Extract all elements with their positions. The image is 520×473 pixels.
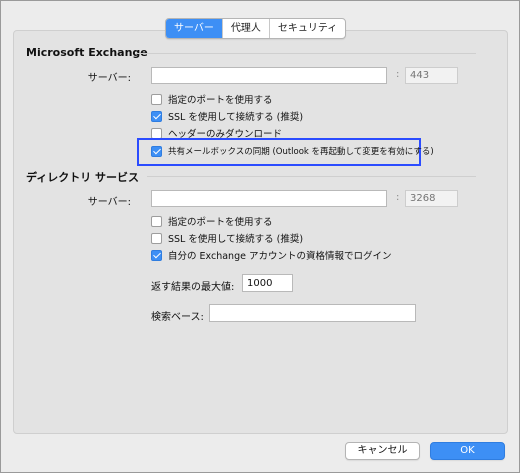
- directory-port-input[interactable]: [405, 190, 458, 207]
- exchange-section-title: Microsoft Exchange: [26, 46, 148, 59]
- tab-delegates[interactable]: 代理人: [221, 19, 269, 38]
- directory-server-label: サーバー:: [87, 197, 131, 208]
- settings-window: サーバー 代理人 セキュリティ Microsoft Exchange サーバー:…: [0, 0, 520, 473]
- directory-port-colon: :: [396, 192, 400, 203]
- directory-ssl-checkbox[interactable]: [151, 232, 162, 244]
- max-results-input[interactable]: [242, 274, 293, 292]
- search-base-input[interactable]: [209, 304, 416, 322]
- directory-ssl-option[interactable]: SSL を使用して接続する (推奨): [151, 231, 303, 245]
- exchange-server-label: サーバー:: [87, 73, 131, 84]
- exchange-use-port-checkbox[interactable]: [151, 93, 162, 105]
- tab-security[interactable]: セキュリティ: [268, 19, 345, 38]
- ok-button[interactable]: OK: [430, 442, 505, 460]
- directory-ssl-label: SSL を使用して接続する (推奨): [168, 234, 304, 245]
- exchange-ssl-label: SSL を使用して接続する (推奨): [168, 112, 304, 123]
- exchange-shared-mailbox-option[interactable]: 共有メールボックスの同期 (Outlook を再起動して変更を有効にする): [151, 144, 434, 158]
- cancel-button[interactable]: キャンセル: [345, 442, 420, 460]
- directory-login-option[interactable]: 自分の Exchange アカウントの資格情報でログイン: [151, 248, 391, 262]
- exchange-use-port-option[interactable]: 指定のポートを使用する: [151, 92, 273, 106]
- exchange-port-input[interactable]: [405, 67, 458, 84]
- directory-section-title: ディレクトリ サービス: [26, 171, 140, 184]
- directory-use-port-label: 指定のポートを使用する: [168, 217, 273, 228]
- directory-use-port-option[interactable]: 指定のポートを使用する: [151, 214, 273, 228]
- exchange-divider: [136, 53, 476, 54]
- directory-login-checkbox[interactable]: [151, 249, 162, 261]
- directory-login-label: 自分の Exchange アカウントの資格情報でログイン: [168, 251, 392, 262]
- directory-divider: [147, 176, 476, 177]
- exchange-shared-mailbox-checkbox[interactable]: [151, 145, 162, 157]
- exchange-shared-mailbox-label: 共有メールボックスの同期 (Outlook を再起動して変更を有効にする): [168, 147, 434, 157]
- exchange-ssl-checkbox[interactable]: [151, 110, 162, 122]
- directory-use-port-checkbox[interactable]: [151, 215, 162, 227]
- exchange-port-colon: :: [396, 69, 400, 80]
- exchange-ssl-option[interactable]: SSL を使用して接続する (推奨): [151, 109, 303, 123]
- exchange-server-input[interactable]: [151, 67, 387, 84]
- tab-bar: サーバー 代理人 セキュリティ: [165, 18, 347, 39]
- directory-server-input[interactable]: [151, 190, 387, 207]
- search-base-label: 検索ベース:: [151, 312, 204, 323]
- exchange-use-port-label: 指定のポートを使用する: [168, 95, 273, 106]
- max-results-label: 返す結果の最大値:: [151, 282, 235, 293]
- tab-server[interactable]: サーバー: [166, 19, 222, 38]
- exchange-headers-only-checkbox[interactable]: [151, 127, 162, 139]
